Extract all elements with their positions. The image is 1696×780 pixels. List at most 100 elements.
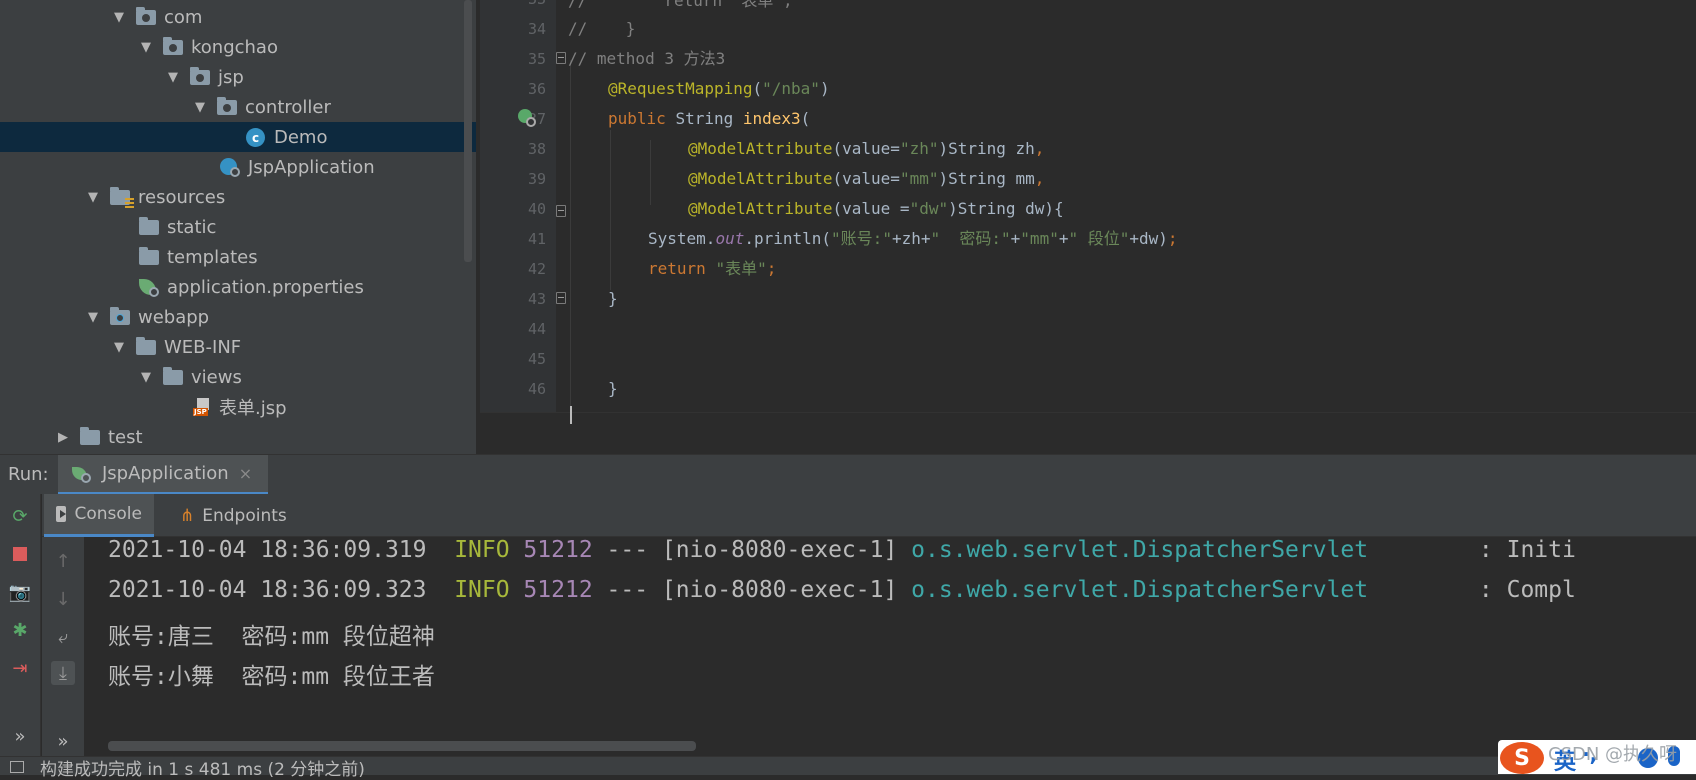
code-editor[interactable]: 33 34 35 36 37 38 39 40 41 42 43 44 45 4… [480, 0, 1696, 454]
chevron-down-icon[interactable]: ▼ [166, 70, 180, 85]
chevron-down-icon[interactable]: ▼ [112, 10, 126, 25]
console-side-toolbar: ↑ ↓ ⤶ ⤓ » [42, 537, 84, 756]
editor-gutter: 33 34 35 36 37 38 39 40 41 42 43 44 45 4… [480, 0, 556, 454]
folder-icon [139, 217, 161, 236]
chevron-right-icon[interactable]: ▶ [56, 430, 70, 445]
tab-console-label: Console [74, 504, 143, 524]
resources-folder-icon [110, 187, 134, 208]
code-line-39: @ModelAttribute(value="mm")String mm, [688, 169, 1045, 188]
fold-marker-icon[interactable] [556, 52, 566, 64]
line-number: 36 [527, 80, 546, 98]
more-actions-icon[interactable]: » [51, 729, 75, 753]
arrow-up-icon[interactable]: ↑ [51, 549, 75, 573]
line-number: 41 [527, 230, 546, 248]
package-icon [136, 7, 158, 26]
window-icon[interactable] [10, 761, 24, 773]
tree-item-label: controller [245, 96, 331, 118]
folder-icon [136, 337, 158, 356]
tree-item-jspapplication[interactable]: JspApplication [0, 152, 476, 182]
close-icon[interactable]: × [239, 464, 252, 483]
arrow-down-icon[interactable]: ↓ [51, 587, 75, 611]
line-number: 33 [506, 0, 546, 8]
tree-item-kongchao[interactable]: ▼ kongchao [0, 32, 476, 62]
tree-scrollbar[interactable] [464, 0, 472, 262]
console-horizontal-scrollbar[interactable] [108, 741, 696, 751]
sogou-logo-icon[interactable]: S [1500, 742, 1544, 774]
run-tab-label: JspApplication [102, 463, 229, 484]
chevron-down-icon[interactable]: ▼ [139, 40, 153, 55]
scroll-to-end-icon[interactable]: ⤓ [51, 661, 75, 685]
debug-icon[interactable]: ✱ [8, 618, 32, 642]
tab-console[interactable]: Console [44, 494, 154, 537]
tree-item-static[interactable]: static [0, 212, 476, 242]
stop-icon[interactable] [8, 542, 32, 566]
fold-marker-icon[interactable] [556, 205, 566, 217]
console-tabs: Console ⋔ Endpoints [42, 494, 1696, 537]
line-number: 43 [527, 290, 546, 308]
code-line-41: System.out.println("账号:"+zh+" 密码:"+"mm"+… [648, 229, 1178, 248]
tree-item-controller[interactable]: ▼ controller [0, 92, 476, 122]
line-number: 46 [527, 380, 546, 398]
tree-item-views[interactable]: ▼ views [0, 362, 476, 392]
tree-item-label: webapp [138, 306, 210, 328]
chevron-down-icon[interactable]: ▼ [139, 370, 153, 385]
exit-icon[interactable]: ⇥ [8, 656, 32, 680]
endpoints-icon: ⋔ [180, 505, 195, 526]
tree-item-resources[interactable]: ▼ resources [0, 182, 476, 212]
tree-item-jsp[interactable]: ▼ jsp [0, 62, 476, 92]
tree-item-label: 表单.jsp [219, 398, 287, 419]
tree-item-web-inf[interactable]: ▼ WEB-INF [0, 332, 476, 362]
tree-item-application-properties[interactable]: application.properties [0, 272, 476, 302]
watermark: CSDN @执久呀 [1548, 744, 1678, 765]
code-line-38: @ModelAttribute(value="zh")String zh, [688, 139, 1045, 158]
fold-marker-icon[interactable] [556, 292, 566, 304]
more-actions-icon[interactable]: » [8, 724, 32, 748]
console-output-line: 账号:小舞 密码:mm 段位王者 [108, 664, 435, 690]
tree-item-com[interactable]: ▼ com [0, 2, 476, 32]
line-number: 38 [527, 140, 546, 158]
code-line-42: return "表单"; [648, 259, 777, 278]
tree-item-label: JspApplication [248, 156, 375, 178]
console-log-line: 2021-10-04 18:36:09.323 INFO 51212 --- [… [108, 577, 1576, 603]
code-line-36: @RequestMapping("/nba") [608, 79, 830, 98]
jsp-file-icon: JSP [191, 398, 213, 416]
console-output[interactable]: 2021-10-04 18:36:09.319 INFO 51212 --- [… [84, 537, 1696, 747]
tree-item-label: jsp [218, 66, 244, 88]
spring-properties-icon [139, 278, 161, 297]
code-line-37: public String index3( [608, 109, 811, 128]
editor-scroll-area [480, 412, 1696, 454]
status-bar: 构建成功完成 in 1 s 481 ms (2 分钟之前) [0, 756, 1696, 780]
tree-item-label: application.properties [167, 276, 364, 298]
chevron-down-icon[interactable]: ▼ [86, 310, 100, 325]
chevron-down-icon[interactable]: ▼ [193, 100, 207, 115]
package-icon [217, 97, 239, 116]
console-log-line: 2021-10-04 18:36:09.319 INFO 51212 --- [… [108, 537, 1576, 563]
tree-item-webapp[interactable]: ▼ webapp [0, 302, 476, 332]
tree-item-label: views [191, 366, 242, 388]
rerun-icon[interactable]: ⟳ [8, 504, 32, 528]
soft-wrap-icon[interactable]: ⤶ [51, 625, 75, 649]
tree-item-demo[interactable]: c Demo [0, 122, 476, 152]
tree-item-test[interactable]: ▶ test [0, 422, 476, 452]
run-tool-window-header: Run: JspApplication × [0, 454, 1696, 495]
indent-guide [570, 60, 571, 410]
run-tab-jspapplication[interactable]: JspApplication × [58, 455, 268, 495]
run-gutter-icon[interactable] [518, 109, 538, 129]
folder-icon [139, 247, 161, 266]
tree-item-label: WEB-INF [164, 336, 242, 358]
folder-icon [80, 427, 102, 446]
console-output-line: 账号:唐三 密码:mm 段位超神 [108, 624, 435, 650]
line-number: 35 [527, 50, 546, 68]
chevron-down-icon[interactable]: ▼ [86, 190, 100, 205]
tab-endpoints[interactable]: ⋔ Endpoints [168, 494, 308, 537]
class-icon: c [246, 128, 268, 147]
chevron-down-icon[interactable]: ▼ [112, 340, 126, 355]
tree-item-form-jsp[interactable]: JSP 表单.jsp [0, 392, 476, 422]
line-number: 44 [527, 320, 546, 338]
tree-item-templates[interactable]: templates [0, 242, 476, 272]
tree-item-label: templates [167, 246, 258, 268]
code-line-46: } [608, 379, 618, 398]
line-number: 34 [527, 20, 546, 38]
camera-icon[interactable]: 📷 [8, 580, 32, 604]
line-number: 39 [527, 170, 546, 188]
